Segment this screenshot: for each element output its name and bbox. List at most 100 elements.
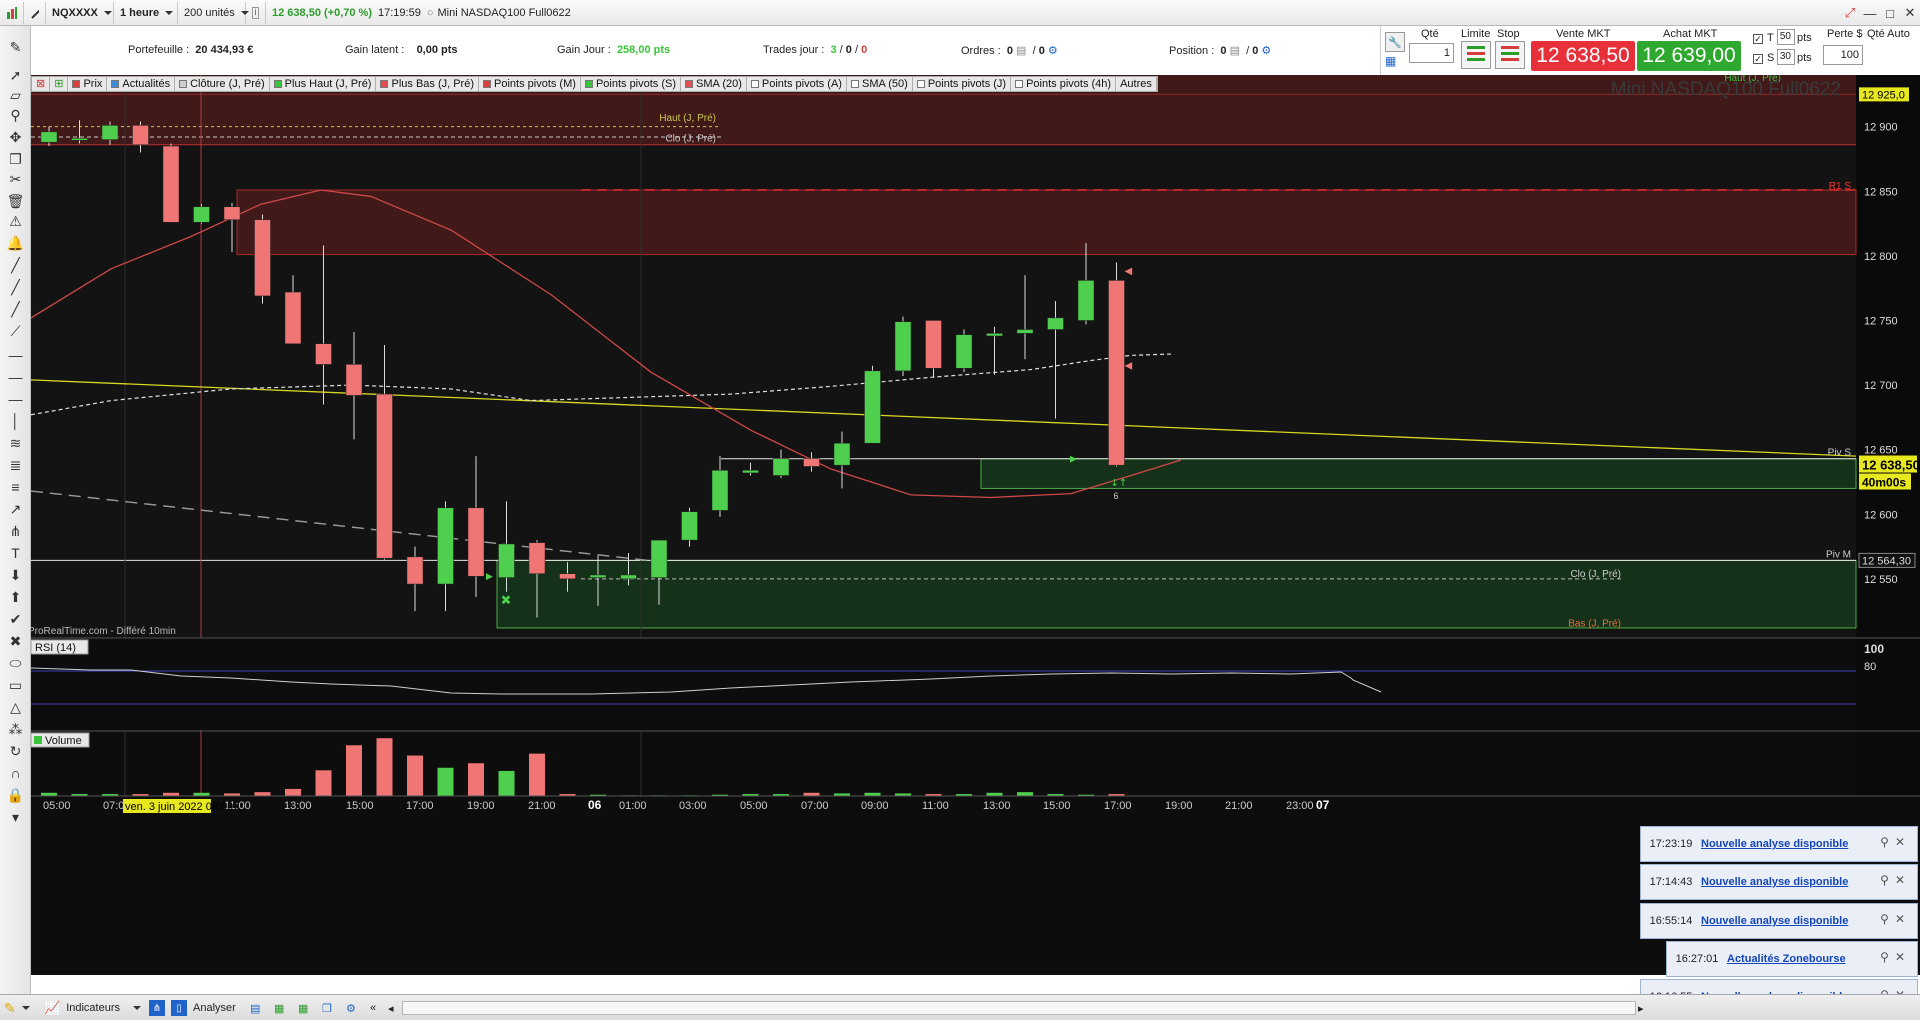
candle-body[interactable] (132, 125, 149, 146)
position-icon[interactable]: ▤ (1230, 45, 1240, 57)
zoom-icon[interactable]: ⚲ (4, 104, 27, 126)
candle-body[interactable] (1077, 280, 1095, 321)
notification-link[interactable]: Nouvelle analyse disponible (1701, 838, 1848, 850)
magnet-icon[interactable]: ∩ (4, 762, 27, 784)
stop-order-button[interactable] (1495, 41, 1525, 69)
price-chart[interactable]: ✖ ◀ ◀ ▶ ▶ ↓↑ 6 Haut (J, Pré) Mini NASDAQ100 Full… (31, 75, 1920, 975)
text-icon[interactable]: T (4, 542, 27, 564)
candle-body[interactable] (1016, 329, 1034, 334)
wrench-icon[interactable]: 🔧 (1385, 32, 1405, 52)
notification-link[interactable]: Nouvelle analyse disponible (1701, 915, 1848, 927)
hline-red-icon[interactable]: — (4, 388, 27, 410)
line-black-icon[interactable]: ╱ (4, 254, 27, 276)
fork-icon[interactable]: ⋔ (4, 520, 27, 542)
candle-body[interactable] (376, 393, 393, 559)
window-icon[interactable]: ❐ (322, 999, 332, 1017)
candle-body[interactable] (467, 507, 485, 577)
indicator-toggle[interactable]: Plus Bas (J, Pré) (376, 77, 480, 91)
scroll-left-icon[interactable]: « (370, 999, 376, 1017)
candle-body[interactable] (193, 206, 210, 223)
candle-body[interactable] (955, 334, 973, 369)
buy-market-button[interactable]: 12 639,00 (1637, 41, 1741, 71)
trash-icon[interactable]: 🗑 (4, 190, 27, 212)
analyze-button[interactable]: ▯ Analyser (171, 999, 236, 1017)
indicator-toggle[interactable]: SMA (20) (681, 77, 747, 91)
orders-icon[interactable]: ▤ (1016, 45, 1026, 57)
candle-body[interactable] (284, 291, 302, 344)
arrow-icon[interactable]: ↗ (4, 498, 27, 520)
settings-icon[interactable]: ⚙ (1048, 45, 1058, 57)
scroll-right-small-icon[interactable]: ▸ (1638, 999, 1644, 1017)
candle-body[interactable] (101, 125, 119, 140)
candle-body[interactable] (864, 370, 881, 444)
indicator-toggle[interactable]: SMA (50) (847, 77, 913, 91)
check-icon[interactable]: ✔ (4, 608, 27, 630)
line-red-icon[interactable]: ╱ (4, 298, 27, 320)
info-icon[interactable]: i (246, 1, 266, 24)
candle-body[interactable] (559, 573, 576, 580)
stop-distance-input[interactable]: 30 (1777, 49, 1795, 65)
scroll-left-small-icon[interactable]: ◂ (388, 999, 394, 1017)
share-icon[interactable]: ⋔ (149, 999, 165, 1017)
candle-body[interactable] (498, 543, 515, 578)
target-checkbox[interactable]: ✓ (1753, 34, 1763, 44)
max-loss-input[interactable]: 100 (1823, 45, 1863, 65)
indicator-toggle[interactable]: Points pivots (M) (479, 77, 581, 91)
candle-body[interactable] (1047, 317, 1064, 330)
candle-body[interactable] (772, 458, 790, 476)
candle-body[interactable] (742, 470, 759, 474)
candle-body[interactable] (894, 321, 912, 372)
candle-body[interactable] (528, 542, 546, 574)
symbol-select[interactable]: NQXXXX (46, 1, 114, 24)
candle-body[interactable] (437, 507, 454, 585)
notification-item[interactable]: 17:14:43 Nouvelle analyse disponible ⚲✕ (1640, 864, 1918, 900)
candle-body[interactable] (986, 333, 1003, 337)
magic-icon[interactable]: ✂ (4, 168, 27, 190)
indicator-toggle[interactable]: Prix (68, 77, 108, 91)
notification-item[interactable]: 16:27:01 Actualités Zonebourse ⚲✕ (1666, 941, 1918, 977)
limit-order-button[interactable] (1461, 41, 1491, 69)
bell-icon[interactable]: 🔔 (4, 232, 27, 254)
candle-body[interactable] (40, 131, 58, 143)
maximize-button[interactable]: □ (1880, 0, 1900, 26)
indicator-toggle[interactable]: Actualités (107, 77, 176, 91)
drawing-icon[interactable] (24, 1, 46, 24)
candle-body[interactable] (71, 138, 88, 141)
triangle-icon[interactable]: △ (4, 696, 27, 718)
add-indicator-icon[interactable]: ⊞ (50, 77, 69, 91)
settings-icon[interactable]: ⚙ (1261, 45, 1271, 57)
notification-item[interactable]: 16:55:14 Nouvelle analyse disponible ⚲✕ (1640, 903, 1918, 939)
qty-input[interactable]: 1 (1409, 43, 1454, 63)
close-button[interactable]: ✕ (1900, 0, 1920, 26)
alert-icon[interactable]: ⚠ (4, 210, 27, 232)
indicator-toggle[interactable]: Clôture (J, Pré) (175, 77, 270, 91)
fibo-icon[interactable]: ≋ (4, 432, 27, 454)
arrow-up-green-icon[interactable]: ⬆ (4, 586, 27, 608)
fibo-time-icon[interactable]: ≡ (4, 476, 27, 498)
notification-actions[interactable]: ⚲✕ (1880, 835, 1911, 849)
candle-body[interactable] (620, 574, 637, 580)
candle-body[interactable] (162, 145, 180, 223)
stop-checkbox[interactable]: ✓ (1753, 54, 1763, 64)
lock-icon[interactable]: 🔒 (4, 784, 27, 806)
notification-actions[interactable]: ⚲✕ (1880, 950, 1911, 964)
cycle-icon[interactable]: ↻ (4, 740, 27, 762)
line-green-icon[interactable]: ╱ (4, 276, 27, 298)
multi-chart-icon[interactable]: ▦ (298, 999, 308, 1017)
cursor-icon[interactable]: ➚ (4, 64, 27, 86)
notification-item[interactable]: 17:23:19 Nouvelle analyse disponible ⚲✕ (1640, 826, 1918, 862)
rectangle-icon[interactable]: ▭ (4, 674, 27, 696)
hline-icon[interactable]: — (4, 344, 27, 366)
candle-body[interactable] (925, 320, 942, 369)
scroll-down-icon[interactable]: ▾ (4, 806, 27, 828)
calculator-icon[interactable]: ▦ (1385, 54, 1405, 70)
candle-body[interactable] (1108, 280, 1125, 466)
settings-icon[interactable]: ⚙ (346, 999, 356, 1017)
candle-body[interactable] (254, 219, 271, 297)
move-icon[interactable]: ✥ (4, 126, 27, 148)
segment-icon[interactable]: ⟋ (4, 320, 27, 342)
candle-body[interactable] (406, 556, 424, 585)
target-input[interactable]: 50 (1777, 29, 1795, 45)
pencil-icon[interactable]: ✎ (4, 36, 27, 58)
notification-link[interactable]: Actualités Zonebourse (1727, 953, 1846, 965)
